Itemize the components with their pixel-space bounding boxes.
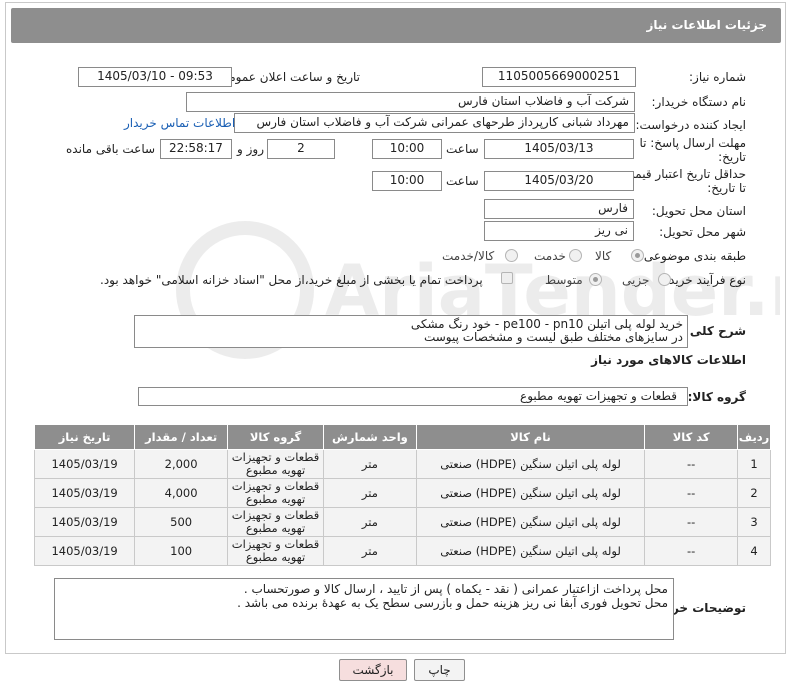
cell-need-date: 1405/03/19	[33, 536, 136, 566]
col-header-row-number: ردیف	[737, 424, 771, 450]
process-label: نوع فرآیند خرید :	[661, 273, 746, 287]
goods-group-label: گروه کالا:	[687, 390, 746, 404]
cell-quantity: 500	[134, 507, 229, 537]
category-option-goods: کالا	[595, 249, 612, 263]
back-button[interactable]: بازگشت	[339, 659, 407, 681]
category-option-goods-service: کالا/خدمت	[442, 249, 495, 263]
col-header-need-date: تاریخ نیاز	[33, 424, 136, 450]
cell-need-date: 1405/03/19	[33, 507, 136, 537]
need-number-label: شماره نیاز:	[689, 70, 746, 84]
requester-field: مهرداد شبانی کارپرداز طرحهای عمرانی شرکت…	[234, 113, 635, 133]
treasury-payment-checkbox[interactable]	[501, 272, 513, 284]
announce-datetime-field: 1405/03/10 - 09:53	[78, 67, 232, 87]
cell-goods-group: قطعات و تجهیزات تهویه مطبوع	[227, 478, 324, 508]
deadline-label-date: تاریخ:	[718, 150, 746, 164]
process-option-medium: متوسط	[545, 273, 583, 287]
col-header-quantity: تعداد / مقدار	[134, 424, 229, 450]
table-row: 2 -- لوله پلی اتیلن سنگین (HDPE) صنعتی م…	[33, 478, 771, 508]
buyer-org-field: شرکت آب و فاضلاب استان فارس	[186, 92, 635, 112]
cell-row-number: 3	[737, 507, 771, 537]
need-number-field: 1105005669000251	[482, 67, 636, 87]
validity-time-label: ساعت	[446, 174, 479, 188]
cell-unit: متر	[323, 449, 417, 479]
announce-datetime-label: تاریخ و ساعت اعلان عمومی:	[215, 70, 360, 84]
deadline-date-field: 1405/03/13	[484, 139, 634, 159]
buyer-notes-line-2: محل تحویل فوری آبفا نی ریز هزینه حمل و ب…	[237, 596, 668, 610]
deadline-time-field: 10:00	[372, 139, 442, 159]
validity-time-field: 10:00	[372, 171, 442, 191]
buyer-contact-link[interactable]: اطلاعات تماس خریدار	[124, 116, 235, 130]
buyer-notes-field: محل پرداخت ازاعتبار عمرانی ( نقد - یکماه…	[54, 578, 674, 640]
process-radio-medium[interactable]	[589, 273, 602, 286]
cell-row-number: 1	[737, 449, 771, 479]
days-remaining-field: 2	[267, 139, 335, 159]
print-button[interactable]: چاپ	[414, 659, 465, 681]
cell-goods-code: --	[644, 478, 739, 508]
col-header-goods-group: گروه کالا	[227, 424, 324, 450]
process-option-minor: جزیی	[622, 273, 650, 287]
header-bar: جزئیات اطلاعات نیاز	[11, 8, 781, 43]
cell-goods-code: --	[644, 536, 739, 566]
cell-goods-name: لوله پلی اتیلن سنگین (HDPE) صنعتی	[415, 507, 646, 537]
description-line-2: در سایزهای مختلف طبق لیست و مشخصات پیوست	[423, 330, 683, 344]
validity-date-field: 1405/03/20	[484, 171, 634, 191]
buyer-org-label: نام دستگاه خریدار:	[651, 95, 747, 109]
goods-table: ردیف کد کالا نام کالا واحد شمارش گروه کا…	[33, 424, 771, 566]
category-radio-goods[interactable]	[631, 249, 644, 262]
validity-label-date: تا تاریخ:	[707, 181, 746, 195]
remaining-time-label: ساعت باقی مانده	[66, 142, 156, 156]
province-field: فارس	[484, 199, 634, 219]
col-header-goods-name: نام کالا	[415, 424, 646, 450]
deadline-label: مهلت ارسال پاسخ: تا	[639, 136, 746, 150]
cell-unit: متر	[323, 478, 417, 508]
cell-row-number: 4	[737, 536, 771, 566]
days-label: روز و	[237, 142, 264, 156]
process-radio-minor[interactable]	[658, 273, 671, 286]
requester-label: ایجاد کننده درخواست:	[635, 118, 746, 132]
cell-unit: متر	[323, 507, 417, 537]
cell-need-date: 1405/03/19	[33, 449, 136, 479]
cell-need-date: 1405/03/19	[33, 478, 136, 508]
table-row: 1 -- لوله پلی اتیلن سنگین (HDPE) صنعتی م…	[33, 449, 771, 479]
col-header-unit: واحد شمارش	[323, 424, 417, 450]
table-row: 4 -- لوله پلی اتیلن سنگین (HDPE) صنعتی م…	[33, 536, 771, 566]
table-row: 3 -- لوله پلی اتیلن سنگین (HDPE) صنعتی م…	[33, 507, 771, 537]
table-header-row: ردیف کد کالا نام کالا واحد شمارش گروه کا…	[33, 424, 771, 450]
deadline-time-label: ساعت	[446, 142, 479, 156]
province-label: استان محل تحویل:	[651, 204, 746, 218]
category-label: طبقه بندی موضوعی:	[639, 249, 746, 263]
category-radio-goods-service[interactable]	[505, 249, 518, 262]
cell-goods-name: لوله پلی اتیلن سنگین (HDPE) صنعتی	[415, 478, 646, 508]
cell-goods-group: قطعات و تجهیزات تهویه مطبوع	[227, 507, 324, 537]
cell-goods-name: لوله پلی اتیلن سنگین (HDPE) صنعتی	[415, 536, 646, 566]
col-header-goods-code: کد کالا	[644, 424, 739, 450]
cell-quantity: 2,000	[134, 449, 229, 479]
city-label: شهر محل تحویل:	[659, 225, 746, 239]
cell-goods-group: قطعات و تجهیزات تهویه مطبوع	[227, 449, 324, 479]
goods-section-title: اطلاعات کالاهای مورد نیاز	[591, 353, 746, 367]
treasury-payment-note: پرداخت تمام یا بخشی از مبلغ خرید،از محل …	[100, 273, 483, 287]
remaining-time-field: 22:58:17	[160, 139, 232, 159]
category-radio-service[interactable]	[569, 249, 582, 262]
cell-goods-code: --	[644, 449, 739, 479]
cell-goods-group: قطعات و تجهیزات تهویه مطبوع	[227, 536, 324, 566]
cell-goods-code: --	[644, 507, 739, 537]
city-field: نی ریز	[484, 221, 634, 241]
description-field: خرید لوله پلی اتیلن pe100 - pn10 - خود ر…	[134, 315, 688, 348]
buyer-notes-line-1: محل پرداخت ازاعتبار عمرانی ( نقد - یکماه…	[243, 582, 668, 596]
cell-unit: متر	[323, 536, 417, 566]
cell-quantity: 100	[134, 536, 229, 566]
cell-row-number: 2	[737, 478, 771, 508]
cell-goods-name: لوله پلی اتیلن سنگین (HDPE) صنعتی	[415, 449, 646, 479]
cell-quantity: 4,000	[134, 478, 229, 508]
validity-label: حداقل تاریخ اعتبار قیمت:	[619, 167, 746, 181]
page-title: جزئیات اطلاعات نیاز	[646, 18, 767, 32]
category-option-service: خدمت	[534, 249, 566, 263]
goods-group-field: قطعات و تجهیزات تهویه مطبوع	[138, 387, 688, 406]
